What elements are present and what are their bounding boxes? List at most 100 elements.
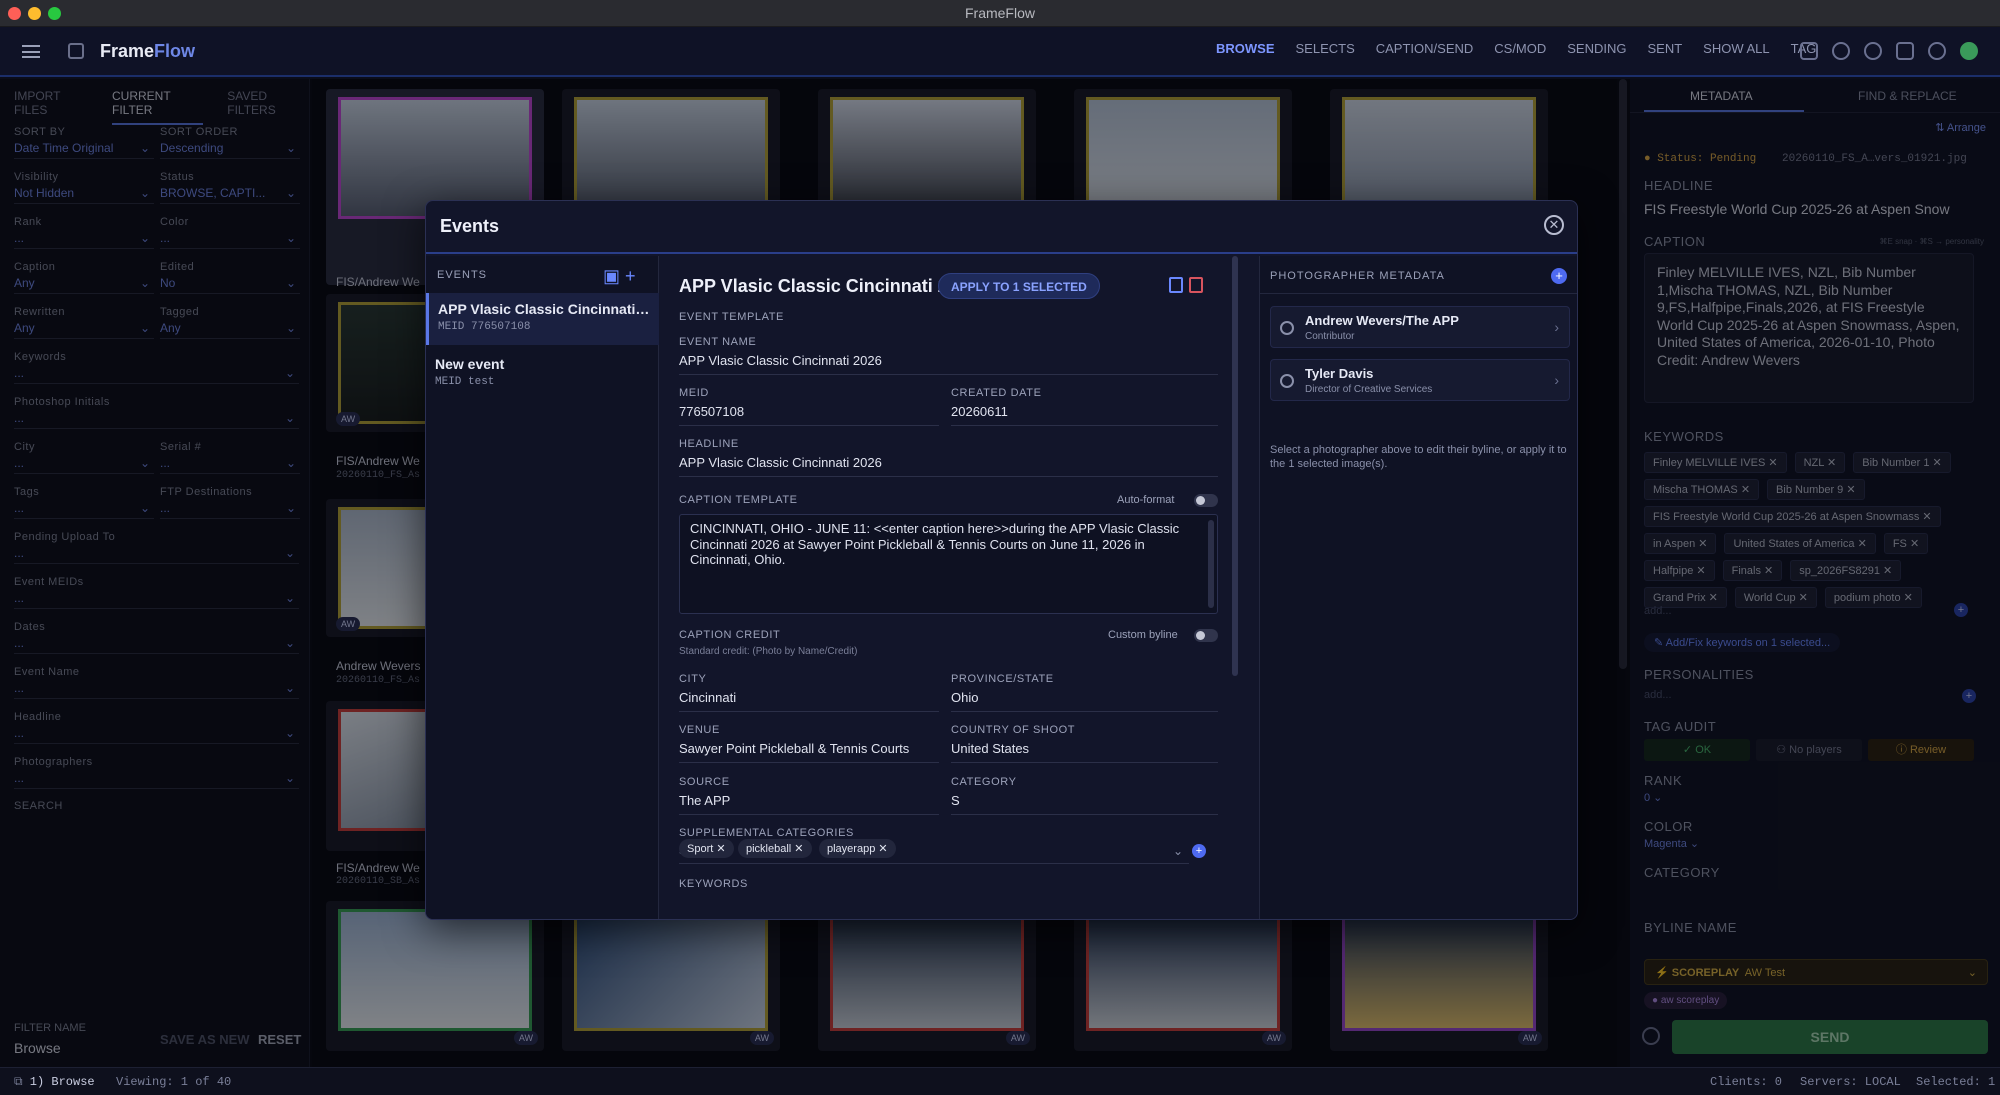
city-label: CITY [679, 673, 707, 685]
keyword-text: Sport [687, 843, 714, 855]
close-icon[interactable]: ✕ [1544, 215, 1564, 235]
auto-format-label: Auto-format [1117, 494, 1175, 506]
user-icon [1280, 374, 1294, 388]
app-header: FrameFlow BROWSE SELECTS CAPTION/SEND CS… [0, 27, 2000, 77]
keyword-text: playerapp [827, 843, 876, 855]
venue-input[interactable]: Sawyer Point Pickleball & Tennis Courts [679, 741, 939, 763]
meid-label: MEID [679, 387, 709, 399]
selected-count: Selected: 1 [1916, 1075, 1996, 1089]
nav-show-all[interactable]: SHOW ALL [1703, 41, 1769, 56]
app-logo-icon [68, 43, 84, 59]
close-window-button[interactable] [8, 7, 21, 20]
nav-sent[interactable]: SENT [1648, 41, 1683, 56]
nav-browse[interactable]: BROWSE [1216, 41, 1275, 56]
event-name-input[interactable]: APP Vlasic Classic Cincinnati 2026 [679, 353, 1218, 375]
photographer-name: Andrew Wevers/The APP [1305, 313, 1459, 328]
nav-cs-mod[interactable]: CS/MOD [1494, 41, 1546, 56]
modal-header: Events ✕ [426, 201, 1577, 254]
maximize-window-button[interactable] [48, 7, 61, 20]
photographer-name: Tyler Davis [1305, 366, 1374, 381]
category-input[interactable]: S [951, 793, 1218, 815]
photographer-metadata-label: PHOTOGRAPHER METADATA [1270, 270, 1445, 282]
caption-credit-label: CAPTION CREDIT [679, 629, 781, 641]
event-template-label: EVENT TEMPLATE [679, 311, 784, 323]
minimize-window-button[interactable] [28, 7, 41, 20]
apply-to-selected-button[interactable]: APPLY TO 1 SELECTED [938, 273, 1100, 299]
nav-selects[interactable]: SELECTS [1296, 41, 1355, 56]
auto-format-toggle[interactable] [1194, 494, 1218, 507]
chevron-down-icon[interactable]: ⌄ [1173, 844, 1183, 858]
keyword-chip[interactable]: pickleball ✕ [738, 839, 812, 858]
photographer-note: Select a photographer above to edit thei… [1270, 444, 1567, 470]
form-scrollbar[interactable] [1232, 256, 1238, 676]
add-category-icon[interactable]: + [1192, 844, 1206, 858]
photographer-card[interactable]: Andrew Wevers/The APP Contributor › [1270, 306, 1570, 348]
header-icons [1800, 42, 1978, 60]
keyword-chip[interactable]: Sport ✕ [679, 839, 734, 858]
photographer-role: Contributor [1305, 331, 1355, 342]
wifi-icon[interactable] [1928, 42, 1946, 60]
brand-part-2: Flow [154, 41, 196, 61]
trash-icon[interactable] [1189, 277, 1203, 293]
caption-template-textarea[interactable]: CINCINNATI, OHIO - JUNE 11: <<enter capt… [679, 514, 1218, 614]
keyword-text: pickleball [746, 843, 792, 855]
events-label: EVENTS [437, 269, 488, 281]
headline-label: HEADLINE [679, 438, 739, 450]
panel-icon[interactable] [1896, 42, 1914, 60]
layout-icon[interactable] [1800, 42, 1818, 60]
province-input[interactable]: Ohio [951, 690, 1218, 712]
view-indicator: ⧉ 1) Browse [14, 1075, 95, 1089]
headline-input[interactable]: APP Vlasic Classic Cincinnati 2026 [679, 455, 1218, 477]
brand-part-1: Frame [100, 41, 155, 61]
nav-sending[interactable]: SENDING [1567, 41, 1626, 56]
photographer-role: Director of Creative Services [1305, 384, 1433, 395]
event-item-meid: MEID test [435, 376, 495, 388]
main-nav: BROWSE SELECTS CAPTION/SEND CS/MOD SENDI… [1216, 41, 1816, 56]
event-item-meid: MEID 776507108 [438, 321, 531, 333]
caption-template-label: CAPTION TEMPLATE [679, 494, 798, 506]
textarea-scrollbar[interactable] [1208, 520, 1214, 608]
view-name: 1) Browse [29, 1075, 95, 1089]
keyword-chip[interactable]: playerapp ✕ [819, 839, 896, 858]
chevron-right-icon: › [1554, 319, 1559, 335]
divider [1260, 293, 1577, 294]
category-label: CATEGORY [951, 776, 1017, 788]
created-date-input[interactable]: 20260611 [951, 404, 1218, 426]
province-label: PROVINCE/STATE [951, 673, 1054, 685]
source-input[interactable]: The APP [679, 793, 939, 815]
eye-icon[interactable] [1864, 42, 1882, 60]
import-image-icon[interactable]: ▣ [603, 266, 620, 286]
event-list-item[interactable]: APP Vlasic Classic Cincinnati 2026 MEID … [426, 293, 659, 345]
custom-byline-label: Custom byline [1108, 629, 1178, 641]
country-label: COUNTRY OF SHOOT [951, 724, 1076, 736]
add-photographer-icon[interactable]: + [1551, 268, 1567, 284]
viewing-count: Viewing: 1 of 40 [116, 1075, 232, 1089]
venue-label: VENUE [679, 724, 720, 736]
servers-status: Servers: LOCAL [1800, 1075, 1901, 1089]
app-brand: FrameFlow [100, 41, 195, 62]
city-input[interactable]: Cincinnati [679, 690, 939, 712]
photographer-card[interactable]: Tyler Davis Director of Creative Service… [1270, 359, 1570, 401]
add-event-icon[interactable]: + [625, 266, 636, 286]
save-icon[interactable] [1169, 277, 1183, 293]
custom-byline-toggle[interactable] [1194, 629, 1218, 642]
event-list-item[interactable]: New event MEID test [426, 348, 659, 400]
nav-caption-send[interactable]: CAPTION/SEND [1376, 41, 1474, 56]
list-icon[interactable] [1832, 42, 1850, 60]
event-name-label: EVENT NAME [679, 336, 757, 348]
country-input[interactable]: United States [951, 741, 1218, 763]
supplemental-label: SUPPLEMENTAL CATEGORIES [679, 827, 854, 839]
source-label: SOURCE [679, 776, 730, 788]
event-actions: ▣ + [603, 266, 636, 287]
status-bar: ⧉ 1) Browse Viewing: 1 of 40 Clients: 0 … [0, 1067, 2000, 1095]
caption-credit-hint: Standard credit: (Photo by Name/Credit) [679, 646, 858, 657]
meid-input[interactable]: 776507108 [679, 404, 939, 426]
event-item-name: New event [435, 356, 505, 372]
photographer-panel: PHOTOGRAPHER METADATA + Andrew Wevers/Th… [1259, 256, 1577, 919]
clients-count: Clients: 0 [1710, 1075, 1783, 1089]
menu-icon[interactable] [22, 45, 40, 58]
check-badge-icon[interactable] [1960, 42, 1978, 60]
chevron-right-icon: › [1554, 372, 1559, 388]
event-heading: APP Vlasic Classic Cincinnati 2026 [679, 276, 978, 296]
keywords-label: KEYWORDS [679, 878, 748, 890]
